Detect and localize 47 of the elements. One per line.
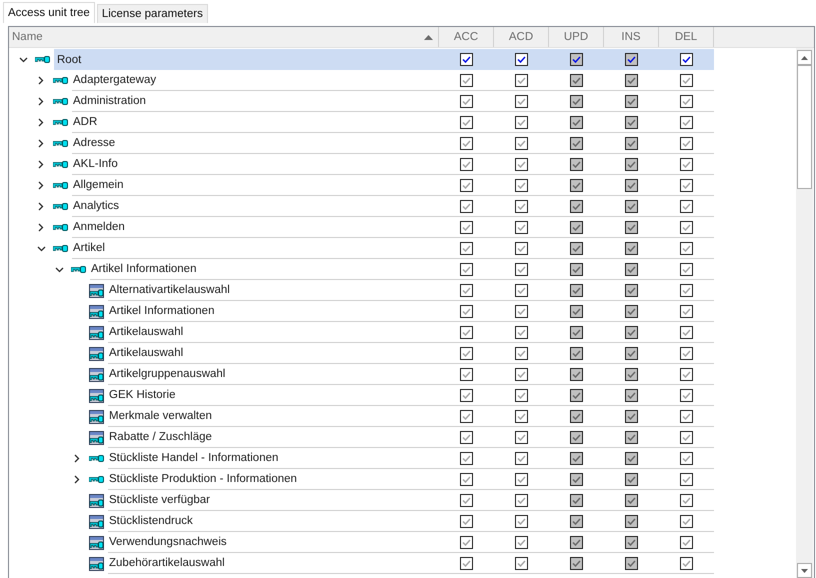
- down-arrow-icon: [801, 568, 808, 572]
- key-icon: [53, 224, 68, 231]
- key-icon: [35, 56, 50, 63]
- key-icon: [53, 77, 68, 84]
- window-key-icon: [89, 304, 104, 318]
- key-icon: [89, 455, 104, 462]
- column-header[interactable]: UPD: [549, 27, 604, 47]
- tab[interactable]: License parameters: [96, 4, 208, 23]
- collapse-chevron-icon[interactable]: [18, 56, 28, 62]
- column-label: Name: [12, 31, 43, 43]
- key-icon: [71, 266, 86, 273]
- window-key-icon: [89, 410, 104, 424]
- window-key-icon: [89, 388, 104, 402]
- key-icon: [53, 119, 68, 126]
- up-arrow-icon: [801, 56, 808, 60]
- column-header[interactable]: ACD: [494, 27, 549, 47]
- column-header[interactable]: Name: [9, 27, 439, 47]
- window-key-icon: [89, 430, 104, 444]
- key-icon: [53, 140, 68, 147]
- column-header[interactable]: INS: [604, 27, 659, 47]
- window-key-icon: [89, 346, 104, 360]
- key-icon: [53, 203, 68, 210]
- column-header[interactable]: ACC: [439, 27, 494, 47]
- key-icon: [89, 476, 104, 483]
- vertical-scrollbar[interactable]: [796, 48, 813, 578]
- key-icon: [53, 98, 68, 105]
- window-key-icon: [89, 326, 104, 340]
- key-icon: [53, 182, 68, 189]
- scroll-down-button[interactable]: [797, 563, 812, 578]
- window-key-icon: [89, 494, 104, 508]
- tab[interactable]: Access unit tree: [3, 2, 95, 23]
- window-key-icon: [89, 556, 104, 570]
- scrollbar-thumb[interactable]: [797, 65, 812, 189]
- tree-item[interactable]: Root: [54, 49, 439, 70]
- window-key-icon: [89, 536, 104, 550]
- checkbox[interactable]: [515, 53, 528, 66]
- window-key-icon: [89, 368, 104, 382]
- column-header[interactable]: DEL: [659, 27, 714, 47]
- key-icon: [53, 245, 68, 252]
- checkbox[interactable]: [460, 53, 473, 66]
- window-key-icon: [89, 514, 104, 528]
- window-key-icon: [89, 284, 104, 298]
- checkbox[interactable]: [625, 53, 638, 66]
- scroll-up-button[interactable]: [797, 50, 812, 65]
- checkbox[interactable]: [680, 53, 693, 66]
- checkbox[interactable]: [570, 53, 583, 66]
- key-icon: [53, 161, 68, 168]
